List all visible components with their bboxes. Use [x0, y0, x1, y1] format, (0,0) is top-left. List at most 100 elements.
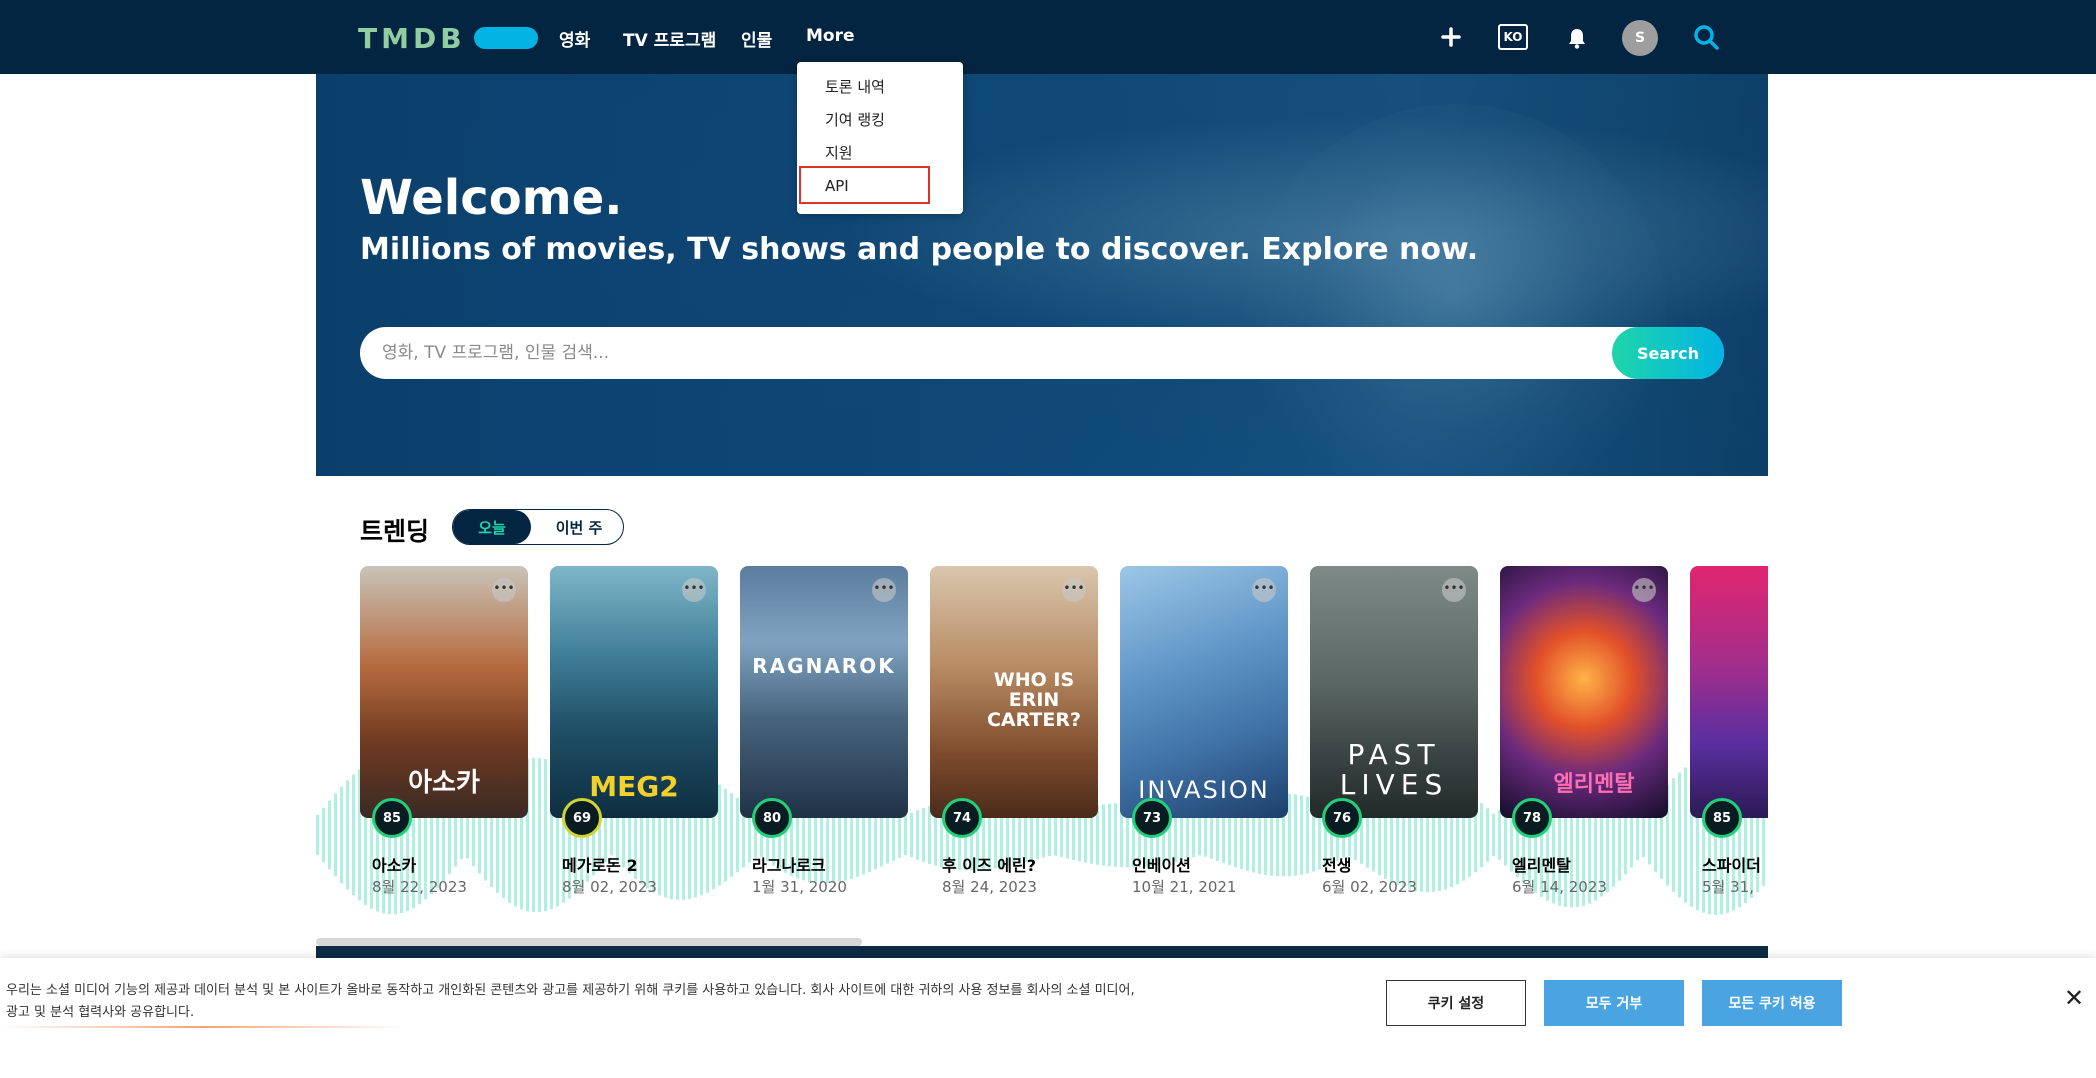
menu-item-leaderboard[interactable]: 기여 랭킹: [825, 109, 885, 130]
cookie-settings-button[interactable]: 쿠키 설정: [1386, 980, 1526, 1026]
poster-image[interactable]: INVASION •••: [1120, 566, 1288, 818]
score-badge: 85: [372, 798, 412, 838]
bell-icon[interactable]: [1564, 25, 1590, 51]
card-date: 5월 31,: [1702, 878, 1754, 896]
nav-more[interactable]: More: [806, 26, 855, 46]
plus-icon[interactable]: [1438, 24, 1464, 50]
poster-title-text: RAGNAROK: [752, 654, 896, 678]
card-date: 6월 14, 2023: [1512, 878, 1607, 896]
trending-carousel: 아소카 ••• 85 아소카 8월 22, 2023 MEG2 ••• 69 메…: [316, 560, 1768, 932]
toggle-this-week[interactable]: 이번 주: [535, 510, 623, 544]
wave-bar: [1306, 796, 1309, 874]
carousel-scrollbar[interactable]: [316, 938, 862, 946]
wave-bar: [1672, 778, 1675, 892]
wave-bar: [916, 810, 919, 860]
trending-toggle: 오늘 이번 주: [452, 509, 624, 545]
cookie-text-underline: [0, 1026, 406, 1028]
toggle-today[interactable]: 오늘: [453, 510, 531, 544]
movie-card[interactable]: 엘리멘탈 ••• 78 엘리멘탈 6월 14, 2023: [1500, 566, 1668, 896]
card-title[interactable]: 인베이션: [1132, 852, 1191, 876]
nav-people[interactable]: 인물: [741, 26, 772, 51]
poster-image[interactable]: WHO IS ERIN CARTER? •••: [930, 566, 1098, 818]
avatar[interactable]: S: [1622, 20, 1658, 56]
poster-title-text: 엘리멘탈: [1553, 772, 1635, 797]
nav-tv-shows[interactable]: TV 프로그램: [623, 26, 716, 51]
wave-bar: [1684, 767, 1687, 903]
language-selector[interactable]: KO: [1498, 24, 1528, 50]
logo-pill-shape: [473, 27, 538, 49]
score-badge: 74: [942, 798, 982, 838]
more-options-icon[interactable]: •••: [1062, 578, 1086, 602]
movie-card[interactable]: PAST LIVES ••• 76 전생 6월 02, 2023: [1310, 566, 1478, 896]
wave-bar: [346, 780, 349, 890]
wave-bar: [1192, 812, 1195, 858]
wave-bar: [1288, 793, 1291, 877]
score-badge: 85: [1702, 798, 1742, 838]
menu-item-discussions[interactable]: 토론 내역: [825, 76, 885, 97]
wave-bar: [610, 814, 613, 856]
more-options-icon[interactable]: •••: [872, 578, 896, 602]
search-icon[interactable]: [1692, 23, 1720, 51]
more-options-icon[interactable]: •••: [492, 578, 516, 602]
hero-banner: Welcome. Millions of movies, TV shows an…: [316, 74, 1768, 476]
poster-image[interactable]: 엘리멘탈 •••: [1500, 566, 1668, 818]
wave-bar: [1048, 814, 1051, 856]
wave-bar: [1114, 803, 1117, 867]
wave-bar: [736, 797, 739, 873]
wave-bar: [1210, 811, 1213, 859]
movie-card[interactable]: MEG2 ••• 69 메가로돈 2 8월 02, 2023: [550, 566, 718, 896]
wave-bar: [316, 815, 319, 855]
card-title[interactable]: 메가로돈 2: [562, 852, 638, 876]
more-options-icon[interactable]: •••: [1632, 578, 1656, 602]
card-title[interactable]: 라그나로크: [752, 852, 826, 876]
accept-all-cookies-button[interactable]: 모든 쿠키 허용: [1702, 980, 1842, 1026]
movie-card[interactable]: 아소카 ••• 85 아소카 8월 22, 2023: [360, 566, 528, 896]
movie-card[interactable]: RAGNAROK ••• 80 라그나로크 1월 31, 2020: [740, 566, 908, 896]
card-title[interactable]: 엘리멘탈: [1512, 852, 1571, 876]
more-options-icon[interactable]: •••: [682, 578, 706, 602]
movie-card[interactable]: INVASION ••• 73 인베이션 10월 21, 2021: [1120, 566, 1288, 896]
close-icon[interactable]: ✕: [2064, 984, 2084, 1012]
card-title[interactable]: 스파이더: [1702, 852, 1761, 876]
wave-bar: [460, 810, 463, 860]
wave-bar: [1486, 808, 1489, 862]
score-badge: 69: [562, 798, 602, 838]
movie-card[interactable]: WHO IS ERIN CARTER? ••• 74 후 이즈 에린? 8월 2…: [930, 566, 1098, 896]
menu-item-support[interactable]: 지원: [825, 142, 853, 163]
more-options-icon[interactable]: •••: [1252, 578, 1276, 602]
wave-bar: [1204, 813, 1207, 857]
poster-image[interactable]: MEG2 •••: [550, 566, 718, 818]
card-date: 10월 21, 2021: [1132, 878, 1237, 896]
card-title[interactable]: 후 이즈 에린?: [942, 852, 1036, 876]
hero-background-image: [1246, 104, 1666, 476]
wave-bar: [538, 757, 541, 913]
search-button[interactable]: Search: [1612, 327, 1724, 379]
movie-card[interactable]: ••• 85 스파이더 5월 31,: [1690, 566, 1768, 896]
search-input[interactable]: [382, 327, 1582, 379]
wave-bar: [1642, 812, 1645, 858]
wave-bar: [1492, 813, 1495, 857]
card-date: 8월 22, 2023: [372, 878, 467, 896]
poster-image[interactable]: •••: [1690, 566, 1768, 818]
card-date: 8월 02, 2023: [562, 878, 657, 896]
card-date: 8월 24, 2023: [942, 878, 1037, 896]
trending-heading: 트렌딩: [360, 517, 430, 546]
logo-text: TMDB: [358, 21, 466, 55]
wave-bar: [1300, 795, 1303, 875]
wave-bar: [1036, 810, 1039, 860]
poster-title-text: WHO IS ERIN CARTER?: [986, 669, 1082, 731]
score-badge: 73: [1132, 798, 1172, 838]
poster-image[interactable]: 아소카 •••: [360, 566, 528, 818]
nav-movies[interactable]: 영화: [559, 26, 590, 51]
card-title[interactable]: 전생: [1322, 852, 1351, 876]
score-badge: 80: [752, 798, 792, 838]
more-options-icon[interactable]: •••: [1442, 578, 1466, 602]
poster-image[interactable]: PAST LIVES •••: [1310, 566, 1478, 818]
wave-bar: [340, 786, 343, 884]
tmdb-logo[interactable]: TMDB: [358, 21, 538, 55]
reject-all-button[interactable]: 모두 거부: [1544, 980, 1684, 1026]
wave-bar: [532, 757, 535, 913]
wave-bar: [910, 812, 913, 858]
poster-image[interactable]: RAGNAROK •••: [740, 566, 908, 818]
card-title[interactable]: 아소카: [372, 852, 416, 876]
